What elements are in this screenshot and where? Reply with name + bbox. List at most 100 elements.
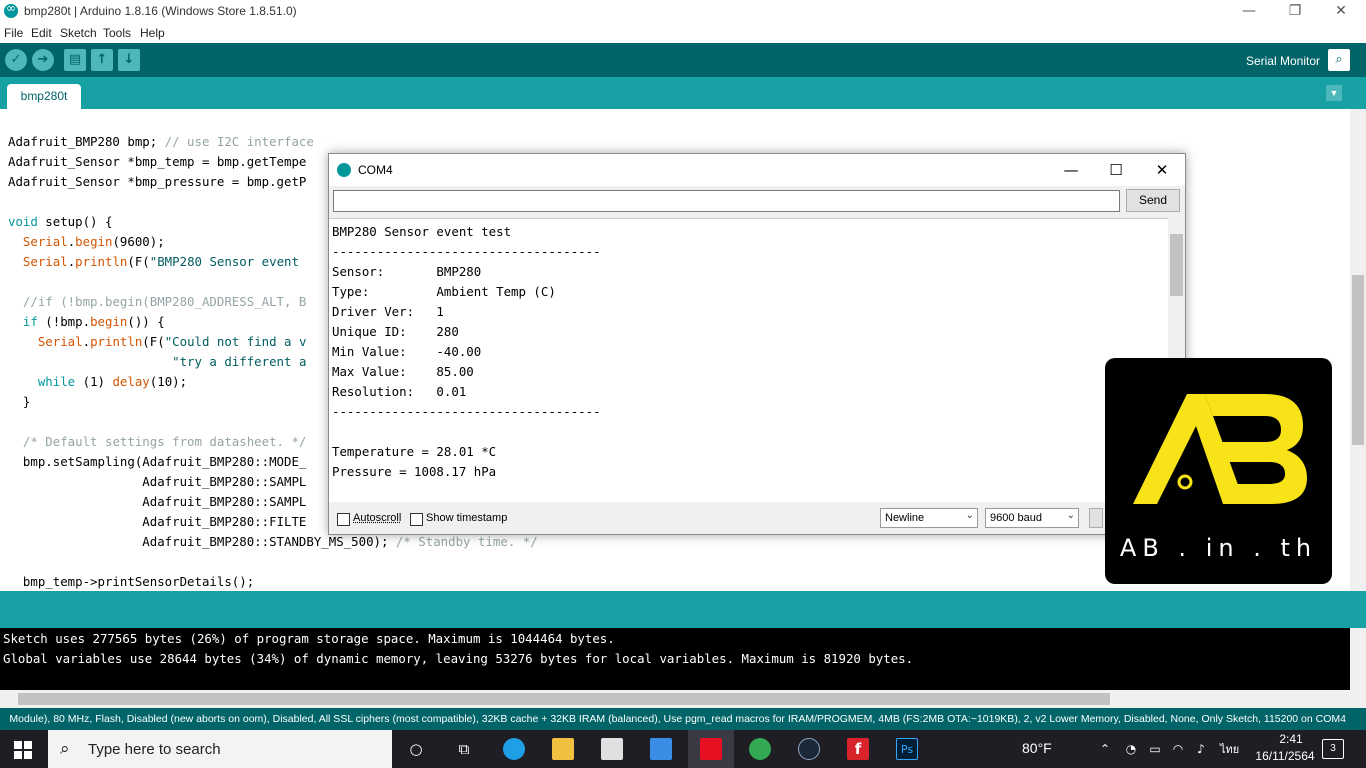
code-line: Adafruit_BMP280::FILTE: [8, 514, 307, 529]
code-line: Adafruit_Sensor *bmp_pressure = bmp.getP: [8, 174, 307, 189]
ab-in-th-logo: AB . in . th: [1105, 358, 1332, 584]
menu-sketch[interactable]: Sketch: [60, 26, 97, 40]
timestamp-checkbox[interactable]: [410, 513, 423, 526]
serial-send-input[interactable]: [333, 190, 1120, 212]
autoscroll-checkbox[interactable]: [337, 513, 350, 526]
notification-center-icon[interactable]: 3: [1322, 739, 1344, 759]
code-line: Adafruit_BMP280::STANDBY_MS_500); /* Sta…: [8, 534, 538, 549]
menu-tools[interactable]: Tools: [103, 26, 131, 40]
console-output: Sketch uses 277565 bytes (26%) of progra…: [0, 628, 1350, 690]
chrome-icon[interactable]: [749, 738, 771, 760]
battery-icon[interactable]: ▭: [1144, 738, 1166, 760]
menu-edit[interactable]: Edit: [31, 26, 52, 40]
serial-output-line: ------------------------------------: [332, 244, 601, 259]
volume-icon[interactable]: ♪: [1190, 738, 1212, 760]
tab-bar: bmp280t ▼: [0, 77, 1366, 109]
board-config-text: Module), 80 MHz, Flash, Disabled (new ab…: [9, 713, 1346, 725]
serial-monitor-titlebar: COM4 — ☐ ✕: [329, 154, 1185, 186]
serial-output-line: Sensor: BMP280: [332, 264, 482, 279]
editor-scroll-thumb[interactable]: [1352, 275, 1364, 445]
search-placeholder: Type here to search: [88, 741, 221, 758]
network-icon[interactable]: ◔: [1120, 738, 1142, 760]
tab-menu-icon[interactable]: ▼: [1326, 85, 1342, 101]
toolbar: ✓ ➔ ▤ ↑ ↓ Serial Monitor ⌕: [0, 43, 1366, 77]
save-icon[interactable]: ↓: [118, 49, 140, 71]
wifi-icon[interactable]: ◠: [1167, 738, 1189, 760]
code-line: Adafruit_BMP280::SAMPL: [8, 494, 307, 509]
chevron-down-icon: ⌄: [965, 510, 974, 521]
status-bar: Module), 80 MHz, Flash, Disabled (new ab…: [0, 708, 1366, 730]
autoscroll-label[interactable]: Autoscroll: [353, 512, 401, 524]
mail-icon[interactable]: [650, 738, 672, 760]
upload-icon[interactable]: ➔: [32, 49, 54, 71]
tab-bmp280t[interactable]: bmp280t: [7, 84, 81, 109]
ab-logo-mark: [1133, 394, 1307, 504]
clear-output-button[interactable]: [1089, 508, 1103, 528]
minimize-button[interactable]: —: [1226, 0, 1272, 23]
windows-start-icon[interactable]: [14, 741, 32, 759]
serial-monitor-window: COM4 — ☐ ✕ Send BMP280 Sensor event test…: [328, 153, 1186, 535]
serial-close-button[interactable]: ✕: [1139, 154, 1185, 186]
console-scrollbar[interactable]: [1350, 628, 1366, 690]
clock-date[interactable]: 16/11/2564: [1250, 749, 1320, 763]
search-icon: ⌕: [60, 739, 70, 759]
new-sketch-icon[interactable]: ▤: [64, 49, 86, 71]
weather-text[interactable]: 80°F: [1022, 740, 1052, 756]
serial-minimize-button[interactable]: —: [1048, 154, 1094, 186]
code-line: bmp_temp->printSensorDetails();: [8, 574, 255, 589]
serial-monitor-icon[interactable]: ⌕: [1328, 49, 1350, 71]
code-line: /* Default settings from datasheet. */: [22, 434, 307, 449]
code-line: //if (!bmp.begin(BMP280_ADDRESS_ALT, B: [22, 294, 307, 309]
code-line: if (!bmp.begin()) {: [22, 314, 165, 329]
serial-maximize-button[interactable]: ☐: [1093, 154, 1139, 186]
file-explorer-icon[interactable]: [552, 738, 574, 760]
serial-options-bar: Autoscroll Show timestamp Newline ⌄ 9600…: [329, 502, 1185, 534]
serial-output-line: Max Value: 85.00: [332, 364, 474, 379]
code-line: Adafruit_Sensor *bmp_temp = bmp.getTempe: [8, 154, 307, 169]
serial-monitor-title: COM4: [358, 163, 393, 177]
menu-help[interactable]: Help: [140, 26, 165, 40]
windows-taskbar: ⌕ Type here to search ○ ⧉ f Ps 80°F ⌃ ◔ …: [0, 730, 1366, 768]
send-button[interactable]: Send: [1126, 189, 1180, 212]
menu-bar: File Edit Sketch Tools Help: [0, 23, 1366, 43]
tray-chevron-icon[interactable]: ⌃: [1094, 738, 1116, 760]
window-titlebar: bmp280t | Arduino 1.8.16 (Windows Store …: [0, 0, 1366, 23]
filezilla-icon[interactable]: f: [847, 738, 869, 760]
console-line: Sketch uses 277565 bytes (26%) of progra…: [3, 631, 615, 646]
baud-rate-value: 9600 baud: [990, 512, 1042, 524]
line-ending-value: Newline: [885, 512, 925, 524]
arduino-app-icon: [337, 163, 351, 177]
restore-button[interactable]: ❐: [1272, 0, 1318, 23]
store-icon[interactable]: [601, 738, 623, 760]
open-icon[interactable]: ↑: [91, 49, 113, 71]
menu-file[interactable]: File: [4, 26, 23, 40]
code-line: void setup() {: [8, 214, 113, 229]
cortana-icon[interactable]: ○: [405, 738, 427, 760]
serial-output: BMP280 Sensor event test ----------------…: [329, 218, 1185, 502]
edge-icon[interactable]: [503, 738, 525, 760]
serial-scroll-thumb[interactable]: [1170, 234, 1183, 296]
baud-rate-select[interactable]: 9600 baud ⌄: [985, 508, 1079, 528]
logo-circuit-dot: [1177, 474, 1193, 490]
arduino-icon[interactable]: [700, 738, 722, 760]
code-line: Serial.println(F("Could not find a v: [37, 334, 307, 349]
code-line: "try a different a: [172, 354, 307, 369]
close-button[interactable]: ✕: [1318, 0, 1364, 23]
serial-output-line: Pressure = 1008.17 hPa: [332, 464, 497, 479]
task-view-icon[interactable]: ⧉: [453, 738, 475, 760]
serial-output-line: Driver Ver: 1: [332, 304, 444, 319]
photoshop-icon[interactable]: Ps: [896, 738, 918, 760]
language-indicator[interactable]: ไทย: [1220, 740, 1239, 758]
code-line: Serial.println(F("BMP280 Sensor event: [22, 254, 307, 269]
steam-icon[interactable]: [798, 738, 820, 760]
horizontal-scroll-thumb[interactable]: [18, 693, 1110, 705]
message-divider: [0, 591, 1366, 628]
serial-output-line: BMP280 Sensor event test: [332, 224, 512, 239]
console-line: Global variables use 28644 bytes (34%) o…: [3, 651, 914, 666]
timestamp-label[interactable]: Show timestamp: [426, 512, 507, 524]
taskbar-search[interactable]: ⌕ Type here to search: [48, 730, 392, 768]
code-line: Adafruit_BMP280::SAMPL: [8, 474, 307, 489]
clock-time[interactable]: 2:41: [1262, 732, 1320, 746]
verify-icon[interactable]: ✓: [5, 49, 27, 71]
line-ending-select[interactable]: Newline ⌄: [880, 508, 978, 528]
